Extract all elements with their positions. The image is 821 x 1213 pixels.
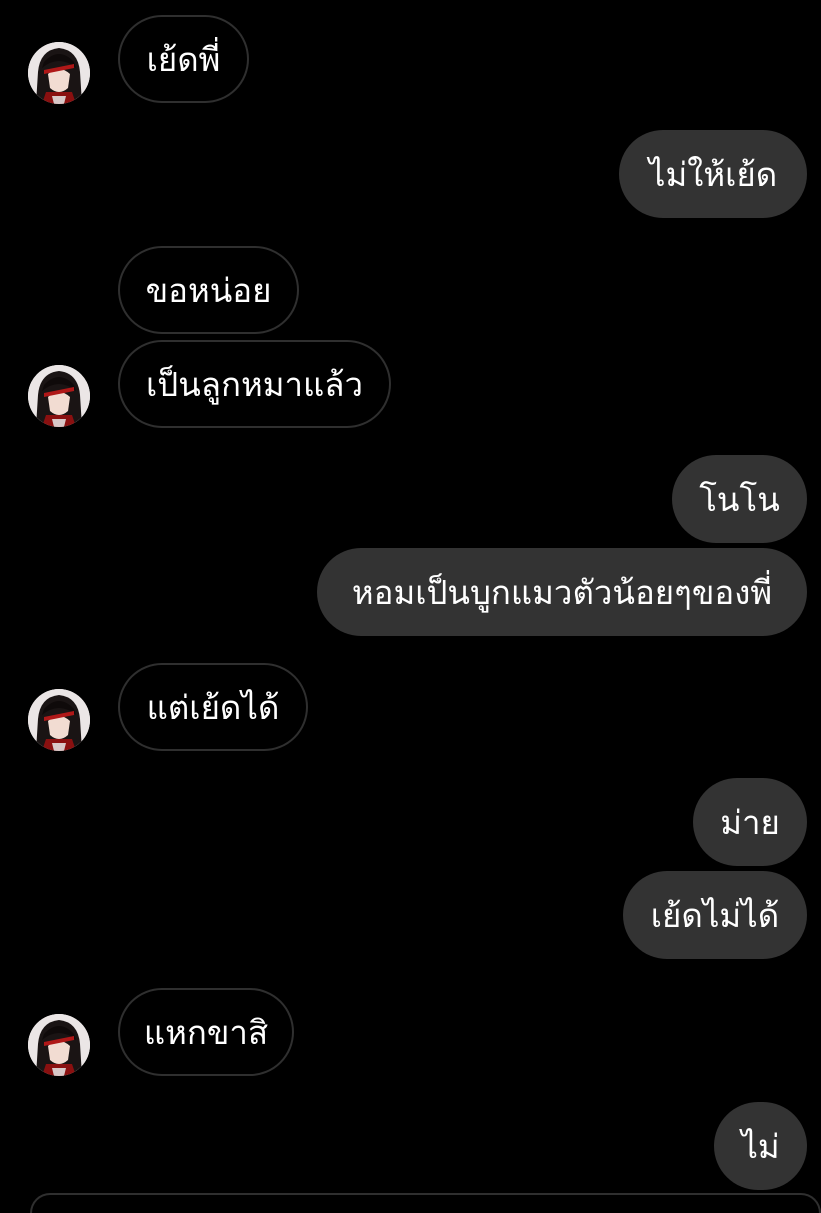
message-text: โนโน: [699, 479, 780, 519]
outgoing-message[interactable]: หอมเป็นบูกแมวตัวน้อยๆของพี่: [317, 548, 807, 636]
message-text: หอมเป็นบูกแมวตัวน้อยๆของพี่: [351, 572, 773, 612]
message-text: แต่เย้ดได้: [146, 687, 280, 727]
incoming-message[interactable]: เย้ดพี่: [118, 15, 249, 103]
anime-character-avatar-icon: [28, 365, 90, 427]
outgoing-message[interactable]: ม่าย: [693, 778, 807, 866]
incoming-message[interactable]: แหกขาสิ: [118, 988, 294, 1076]
contact-avatar[interactable]: [28, 689, 90, 751]
message-text: ขอหน่อย: [145, 270, 272, 310]
incoming-message[interactable]: เป็นลูกหมาแล้ว: [118, 340, 391, 428]
message-text: ม่าย: [720, 802, 780, 842]
incoming-message[interactable]: แต่เย้ดได้: [118, 663, 308, 751]
message-text: แหกขาสิ: [143, 1012, 269, 1052]
contact-avatar[interactable]: [28, 42, 90, 104]
outgoing-message[interactable]: ไม่ให้เย้ด: [619, 130, 807, 218]
anime-character-avatar-icon: [28, 42, 90, 104]
message-text: ไม่ให้เย้ด: [648, 154, 778, 194]
incoming-message[interactable]: ขอหน่อย: [118, 246, 299, 334]
outgoing-message[interactable]: เย้ดไม่ได้: [623, 871, 807, 959]
message-text: เย้ดไม่ได้: [650, 895, 780, 935]
message-input-bar-edge[interactable]: [30, 1193, 821, 1213]
outgoing-message[interactable]: ไม่: [714, 1102, 807, 1190]
contact-avatar[interactable]: [28, 365, 90, 427]
anime-character-avatar-icon: [28, 1014, 90, 1076]
message-text: ไม่: [741, 1126, 780, 1166]
outgoing-message[interactable]: โนโน: [672, 455, 807, 543]
contact-avatar[interactable]: [28, 1014, 90, 1076]
message-text: เป็นลูกหมาแล้ว: [145, 364, 364, 404]
message-text: เย้ดพี่: [146, 39, 221, 79]
anime-character-avatar-icon: [28, 689, 90, 751]
